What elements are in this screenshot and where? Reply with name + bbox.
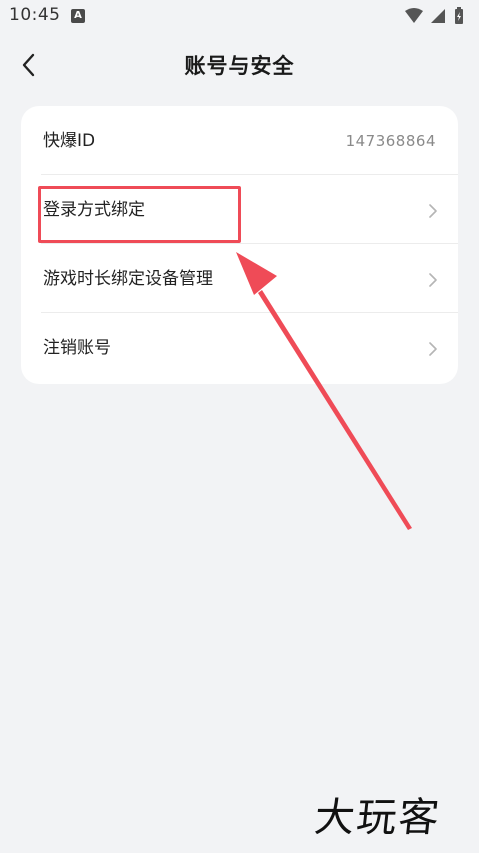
kuaibao-id-label: 快爆ID	[43, 131, 96, 151]
notification-app-icon: A	[71, 9, 85, 23]
top-bar: 账号与安全	[0, 34, 479, 96]
login-method-binding-label: 登录方式绑定	[43, 200, 145, 220]
game-time-device-management-row[interactable]: 游戏时长绑定设备管理	[21, 244, 458, 313]
cancel-account-row[interactable]: 注销账号	[21, 313, 458, 382]
cancel-account-label: 注销账号	[43, 338, 111, 358]
chevron-right-icon	[429, 204, 437, 218]
login-method-binding-row[interactable]: 登录方式绑定	[21, 175, 458, 244]
status-time: 10:45	[9, 5, 61, 25]
chevron-right-icon	[429, 342, 437, 356]
settings-card: 快爆ID 147368864 登录方式绑定 游戏时长绑定设备管理 注销账号	[21, 106, 458, 384]
chevron-right-icon	[429, 273, 437, 287]
watermark-logo: 大玩客	[312, 795, 443, 841]
page-title: 账号与安全	[184, 54, 295, 78]
kuaibao-id-value: 147368864	[345, 132, 436, 150]
status-bar: 10:45 A	[0, 0, 479, 34]
kuaibao-id-row: 快爆ID 147368864	[21, 106, 458, 175]
game-time-device-management-label: 游戏时长绑定设备管理	[43, 269, 213, 289]
wifi-signal-battery-icon	[405, 7, 463, 24]
status-icons	[403, 7, 473, 27]
